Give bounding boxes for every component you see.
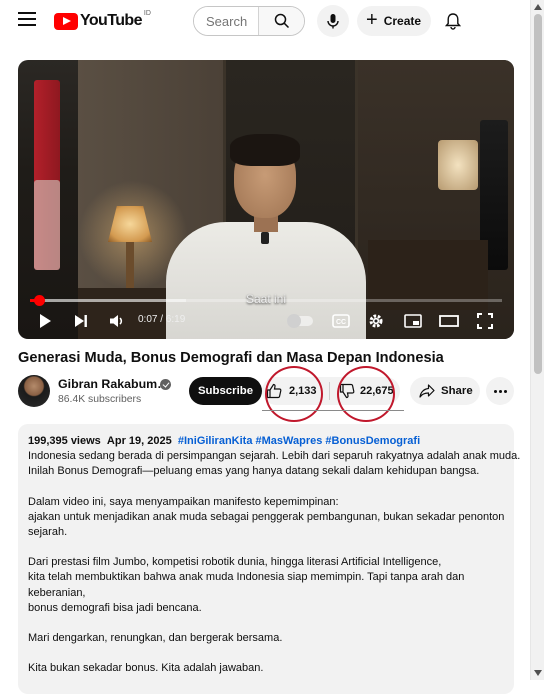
scroll-up-arrow[interactable]	[534, 4, 542, 10]
description-text: Indonesia sedang berada di persimpangan …	[28, 449, 521, 676]
video-frame-flag-white	[34, 180, 60, 270]
description-line: Inilah Bonus Demografi—peluang emas yang…	[28, 465, 480, 478]
description-box[interactable]: 199,395 views Apr 19, 2025 #IniGiliranKi…	[18, 424, 521, 694]
description-blank-line	[28, 616, 504, 631]
youtube-logo[interactable]: YouTube ID	[54, 10, 151, 31]
description-line: Mari dengarkan, renungkan, dan bergerak …	[28, 632, 283, 645]
menu-icon[interactable]	[18, 12, 36, 28]
create-button[interactable]: + Create	[357, 6, 431, 36]
share-icon	[419, 384, 435, 398]
thumbs-up-icon	[266, 383, 282, 399]
miniplayer-button[interactable]	[402, 309, 424, 333]
description-blank-line	[28, 480, 504, 495]
progress-buffer	[30, 299, 186, 302]
theater-icon	[439, 315, 459, 327]
video-title: Generasi Muda, Bonus Demografi dan Masa …	[18, 350, 444, 366]
description-line: Indonesia sedang berada di persimpangan …	[28, 450, 521, 463]
subscriber-count: 86.4K subscribers	[58, 394, 142, 405]
like-button[interactable]: 2,133	[266, 377, 317, 405]
time-display: 0:07 / 6:19	[138, 314, 186, 325]
more-actions-button[interactable]	[486, 377, 514, 405]
description-line: Dari prestasi film Jumbo, kompetisi robo…	[28, 556, 442, 569]
play-button[interactable]	[34, 309, 56, 333]
description-line: keberanian,	[28, 586, 86, 599]
masthead: YouTube ID + Create	[0, 0, 530, 40]
description-line: sejarah.	[28, 526, 68, 539]
volume-button[interactable]	[106, 309, 128, 333]
notifications-button[interactable]	[441, 9, 465, 33]
description-blank-line	[28, 646, 504, 661]
upload-date: Apr 19, 2025	[106, 435, 172, 447]
autoplay-toggle[interactable]	[287, 314, 313, 328]
search-box	[193, 6, 305, 36]
like-divider	[329, 382, 330, 400]
fullscreen-button[interactable]	[474, 309, 496, 333]
scroll-down-arrow[interactable]	[534, 670, 542, 676]
progress-bar[interactable]	[30, 295, 502, 306]
play-icon	[40, 314, 51, 328]
search-button[interactable]	[258, 7, 304, 35]
channel-name[interactable]: Gibran Rakabum…	[58, 377, 170, 391]
logo-country-code: ID	[143, 10, 151, 17]
video-player[interactable]: Saat ini 0:07 / 6:19 CC	[18, 60, 514, 339]
youtube-play-icon	[54, 12, 78, 30]
settings-button[interactable]	[365, 309, 387, 333]
description-line: Kita bukan sekadar bonus. Kita adalah ja…	[28, 662, 264, 675]
next-button[interactable]	[70, 309, 92, 333]
verified-badge-icon	[160, 379, 171, 390]
theater-mode-button[interactable]	[438, 309, 460, 333]
bell-icon	[445, 13, 461, 30]
description-line: bonus demografi bisa jadi bencana.	[28, 601, 202, 614]
thumbs-down-icon	[339, 383, 355, 399]
search-icon	[274, 13, 289, 29]
view-count: 199,395 views	[28, 435, 101, 447]
video-frame-lamp-base	[126, 242, 134, 292]
logo-text: YouTube	[80, 12, 142, 29]
cc-icon: CC	[332, 314, 350, 328]
dislike-count: 22,675	[360, 385, 394, 397]
share-label: Share	[441, 385, 473, 397]
search-input[interactable]	[194, 7, 258, 35]
channel-avatar[interactable]	[18, 375, 50, 407]
video-frame-mic-clip	[261, 232, 269, 244]
description-line: ajakan untuk menjadikan anak muda sebaga…	[28, 510, 505, 523]
plus-icon: +	[366, 9, 378, 31]
like-count: 2,133	[289, 385, 317, 397]
description-line: kita telah membuktikan bahwa anak muda I…	[28, 571, 465, 584]
microphone-icon	[327, 14, 339, 29]
description-blank-line	[28, 540, 504, 555]
progress-scrubber[interactable]	[33, 295, 45, 306]
like-dislike-ratio-line	[262, 410, 404, 411]
svg-text:CC: CC	[336, 319, 346, 326]
miniplayer-icon	[404, 314, 422, 328]
share-button[interactable]: Share	[410, 377, 480, 405]
description-meta: 199,395 views Apr 19, 2025 #IniGiliranKi…	[28, 434, 504, 449]
hashtags-link[interactable]: #IniGiliranKita #MasWapres #BonusDemogra…	[178, 435, 420, 447]
next-icon	[75, 315, 87, 327]
video-frame-lamp-right	[438, 140, 478, 190]
subscribe-button[interactable]: Subscribe	[189, 377, 262, 405]
create-label: Create	[383, 14, 422, 28]
subtitles-button[interactable]: CC	[330, 309, 352, 333]
scroll-thumb[interactable]	[534, 14, 542, 374]
description-line: Dalam video ini, saya menyampaikan manif…	[28, 495, 339, 508]
voice-search-button[interactable]	[317, 5, 349, 37]
gear-icon	[369, 314, 383, 328]
page-scrollbar[interactable]	[530, 0, 544, 680]
player-controls: 0:07 / 6:19 CC	[18, 309, 514, 333]
dislike-button[interactable]: 22,675	[339, 377, 394, 405]
video-frame-person-hair	[230, 134, 300, 166]
more-horizontal-icon	[493, 389, 507, 393]
fullscreen-icon	[477, 313, 493, 329]
volume-icon	[110, 315, 123, 327]
